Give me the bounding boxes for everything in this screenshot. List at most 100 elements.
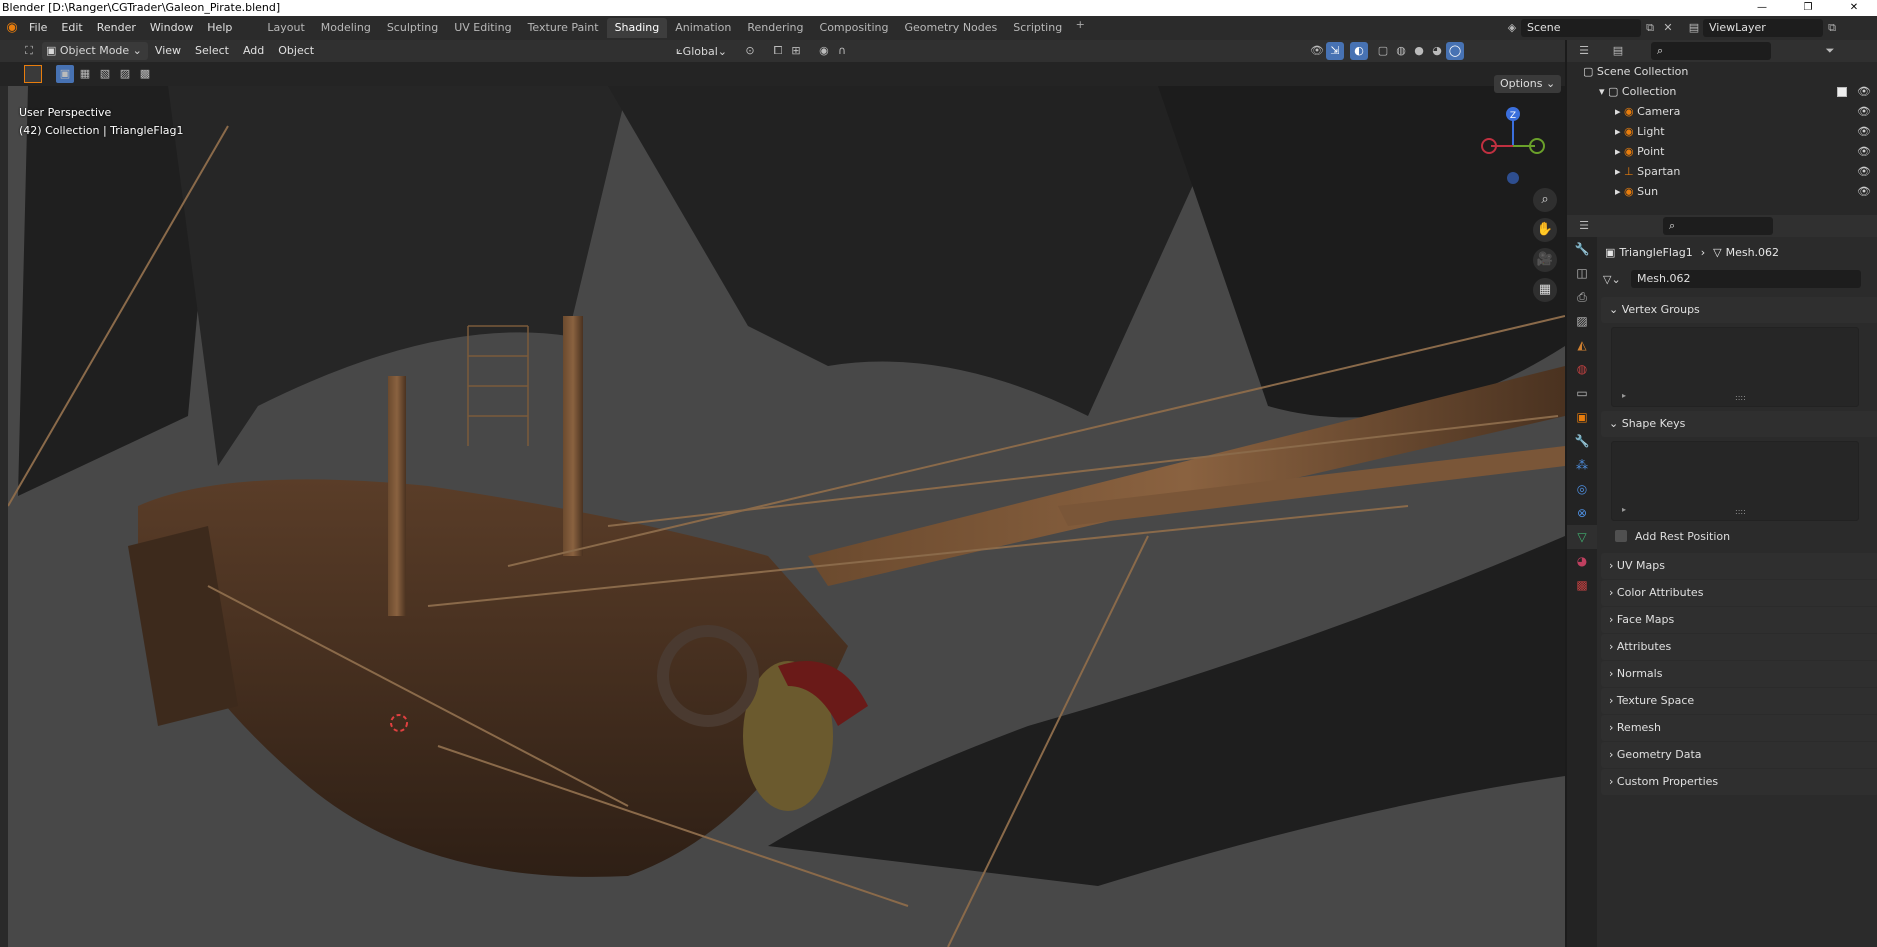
extend-selection-icon[interactable]: ▦ — [76, 65, 94, 83]
outliner-row-light[interactable]: ▸ ◉ Light 👁 — [1567, 122, 1877, 142]
eye-icon[interactable]: 👁 — [1857, 182, 1871, 202]
scene-name-field[interactable]: Scene — [1521, 19, 1641, 37]
close-icon[interactable]: ✕ — [1831, 0, 1877, 16]
overlay-toggle-icon[interactable]: ◐ — [1350, 42, 1368, 60]
display-mode-icon[interactable]: ▤ — [1609, 42, 1627, 60]
panel-face-maps[interactable]: › Face Maps — [1601, 607, 1877, 633]
list-expand-icon[interactable]: ▸ — [1622, 391, 1626, 400]
menu-object[interactable]: Object — [271, 41, 321, 61]
view-layer-field[interactable]: ViewLayer — [1703, 19, 1823, 37]
menu-edit[interactable]: Edit — [54, 18, 89, 38]
delete-scene-icon[interactable]: ✕ — [1659, 19, 1677, 37]
tab-modeling[interactable]: Modeling — [313, 18, 379, 38]
tab-scripting[interactable]: Scripting — [1005, 18, 1070, 38]
tab-texture-paint[interactable]: Texture Paint — [520, 18, 607, 38]
solid-shading-icon[interactable]: ● — [1410, 42, 1428, 60]
outliner-row-spartan[interactable]: ▸ ⊥ Spartan 👁 — [1567, 162, 1877, 182]
invert-selection-icon[interactable]: ▨ — [116, 65, 134, 83]
properties-search-input[interactable]: ⌕ — [1663, 217, 1773, 235]
constraints-tab-icon[interactable]: ⊗ — [1567, 501, 1597, 525]
tool-tab-icon[interactable]: 🔧 — [1567, 237, 1597, 261]
physics-tab-icon[interactable]: ◎ — [1567, 477, 1597, 501]
outliner-row-scene-collection[interactable]: ▢ Scene Collection — [1567, 62, 1877, 82]
render-tab-icon[interactable]: ◫ — [1567, 261, 1597, 285]
panel-normals[interactable]: › Normals — [1601, 661, 1877, 687]
outliner-editor-type-icon[interactable]: ☰ — [1575, 42, 1593, 60]
outliner-row-sun[interactable]: ▸ ◉ Sun 👁 — [1567, 182, 1877, 202]
outliner-row-point[interactable]: ▸ ◉ Point 👁 — [1567, 142, 1877, 162]
subtract-selection-icon[interactable]: ▧ — [96, 65, 114, 83]
expand-arrow-icon[interactable]: ▾ — [1599, 85, 1608, 98]
gizmo-toggle-icon[interactable]: ⇲ — [1326, 42, 1344, 60]
panel-attributes[interactable]: › Attributes — [1601, 634, 1877, 660]
rendered-shading-icon[interactable]: ◯ — [1446, 42, 1464, 60]
minimize-icon[interactable]: — — [1739, 0, 1785, 16]
exclude-checkbox[interactable] — [1837, 87, 1847, 97]
editor-type-icon[interactable]: ⛶ — [20, 42, 38, 60]
output-tab-icon[interactable]: ⎙ — [1567, 285, 1597, 309]
add-rest-position-checkbox[interactable] — [1615, 530, 1627, 542]
list-expand-icon[interactable]: ▸ — [1622, 505, 1626, 514]
gizmo-neg-z-axis[interactable] — [1507, 172, 1519, 184]
tab-layout[interactable]: Layout — [259, 18, 312, 38]
pan-hand-icon[interactable]: ✋ — [1533, 218, 1557, 242]
shape-keys-list[interactable]: ▸ :::: — [1611, 441, 1859, 521]
wireframe-shading-icon[interactable]: ◍ — [1392, 42, 1410, 60]
menu-view[interactable]: View — [148, 41, 188, 61]
navigation-gizmo[interactable]: Z — [1475, 100, 1545, 190]
filter-icon[interactable]: ⏷ — [1821, 42, 1839, 60]
collection-tab-icon[interactable]: ▭ — [1567, 381, 1597, 405]
mesh-browse-icon[interactable]: ▽⌄ — [1603, 273, 1631, 286]
menu-add[interactable]: Add — [236, 41, 271, 61]
object-mode-dropdown[interactable]: ▣ Object Mode ⌄ — [42, 42, 148, 60]
mesh-name-field[interactable]: Mesh.062 — [1631, 270, 1861, 288]
tab-uv-editing[interactable]: UV Editing — [446, 18, 519, 38]
menu-render[interactable]: Render — [90, 18, 143, 38]
eye-icon[interactable]: 👁 — [1857, 82, 1871, 102]
outliner-row-collection[interactable]: ▾ ▢ Collection 👁 — [1567, 82, 1877, 102]
material-tab-icon[interactable]: ◕ — [1567, 549, 1597, 573]
panel-uv-maps[interactable]: › UV Maps — [1601, 553, 1877, 579]
menu-help[interactable]: Help — [200, 18, 239, 38]
view-layer-tab-icon[interactable]: ▨ — [1567, 309, 1597, 333]
expand-arrow-icon[interactable]: ▸ — [1615, 145, 1624, 158]
blender-logo-icon[interactable]: ◉ — [2, 20, 22, 36]
orientation-dropdown[interactable]: ⟀ Global ⌄ — [676, 44, 727, 58]
outliner-row-camera[interactable]: ▸ ◉ Camera 👁 — [1567, 102, 1877, 122]
new-scene-icon[interactable]: ⧉ — [1641, 19, 1659, 37]
proportional-edit-icon[interactable]: ◉ — [815, 42, 833, 60]
panel-remesh[interactable]: › Remesh — [1601, 715, 1877, 741]
add-workspace-icon[interactable]: + — [1070, 18, 1090, 38]
tab-shading[interactable]: Shading — [606, 18, 668, 38]
material-shading-icon[interactable]: ◕ — [1428, 42, 1446, 60]
panel-custom-properties[interactable]: › Custom Properties — [1601, 769, 1877, 795]
panel-color-attributes[interactable]: › Color Attributes — [1601, 580, 1877, 606]
panel-shape-keys[interactable]: ⌄ Shape Keys — [1601, 411, 1877, 437]
eye-icon[interactable]: 👁 — [1857, 142, 1871, 162]
falloff-icon[interactable]: ∩ — [833, 42, 851, 60]
snap-target-icon[interactable]: ⊞ — [787, 42, 805, 60]
camera-view-icon[interactable]: 🎥 — [1533, 248, 1557, 272]
visibility-icon[interactable]: 👁 — [1308, 42, 1326, 60]
expand-arrow-icon[interactable]: ▸ — [1615, 185, 1624, 198]
tab-animation[interactable]: Animation — [667, 18, 739, 38]
list-resize-grip-icon[interactable]: :::: — [1735, 507, 1746, 516]
view-layer-icon[interactable]: ▤ — [1685, 19, 1703, 37]
3d-viewport[interactable] — [8, 86, 1565, 947]
menu-select[interactable]: Select — [188, 41, 236, 61]
perspective-grid-icon[interactable]: ▦ — [1533, 278, 1557, 302]
tab-compositing[interactable]: Compositing — [812, 18, 897, 38]
expand-arrow-icon[interactable]: ▸ — [1615, 125, 1624, 138]
tab-geometry-nodes[interactable]: Geometry Nodes — [896, 18, 1005, 38]
particles-tab-icon[interactable]: ⁂ — [1567, 453, 1597, 477]
vertex-groups-list[interactable]: ▸ :::: — [1611, 327, 1859, 407]
panel-vertex-groups[interactable]: ⌄ Vertex Groups — [1601, 297, 1877, 323]
options-dropdown[interactable]: Options ⌄ — [1494, 75, 1562, 93]
panel-texture-space[interactable]: › Texture Space — [1601, 688, 1877, 714]
xray-icon[interactable]: ▢ — [1374, 42, 1392, 60]
scene-tab-icon[interactable]: ◭ — [1567, 333, 1597, 357]
pivot-icon[interactable]: ⊙ — [741, 42, 759, 60]
outliner-search-input[interactable]: ⌕ — [1651, 42, 1771, 60]
new-view-layer-icon[interactable]: ⧉ — [1823, 19, 1841, 37]
snap-icon[interactable]: ⧠ — [769, 42, 787, 60]
